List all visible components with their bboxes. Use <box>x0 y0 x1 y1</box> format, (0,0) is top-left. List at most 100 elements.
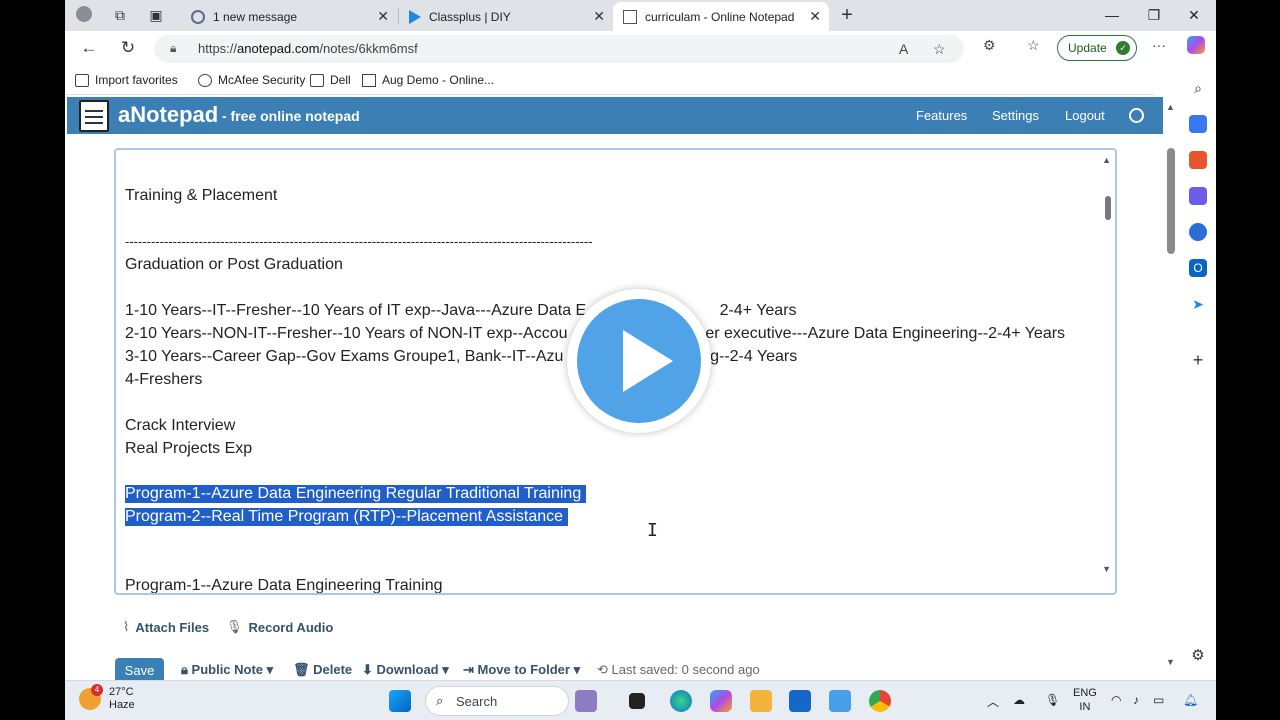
bookmark-import-favorites[interactable]: Import favorites <box>75 73 178 87</box>
notepad-icon <box>362 73 376 87</box>
attach-files-link[interactable]: ⌇ Attach Files <box>123 619 209 635</box>
editor-scrollbar-thumb[interactable] <box>1105 196 1111 220</box>
edge-icon[interactable] <box>670 690 692 712</box>
sidebar-settings-icon[interactable]: ⚙ <box>1189 647 1207 665</box>
download-dropdown[interactable]: ⬇ Download ▾ <box>362 662 449 678</box>
search-icon[interactable]: ⌕ <box>1189 79 1207 97</box>
add-sidebar-icon[interactable]: + <box>1189 351 1207 369</box>
nav-logout[interactable]: Logout <box>1065 108 1105 123</box>
tab-messages[interactable]: 1 new message ✕ <box>181 2 397 31</box>
page-scrollbar-thumb[interactable] <box>1167 148 1175 254</box>
tab-title: 1 new message <box>213 9 298 24</box>
language-globe-icon[interactable] <box>1129 108 1144 123</box>
restore-icon[interactable]: ❐ <box>1139 4 1169 26</box>
language-indicator[interactable]: ENG IN <box>1073 686 1097 714</box>
microsoft365-icon[interactable] <box>1189 223 1207 241</box>
page-scroll-up-icon[interactable]: ▲ <box>1166 102 1175 112</box>
url-text[interactable]: https://anotepad.com/notes/6kkm6msf <box>198 41 418 56</box>
tab-curriculam[interactable]: curriculam - Online Notepad ✕ <box>613 2 829 31</box>
battery-icon[interactable]: ▭ <box>1153 693 1164 707</box>
editor-scroll-down-icon[interactable]: ▼ <box>1102 564 1111 574</box>
page-scrollbar[interactable]: ▲ ▼ <box>1163 96 1180 680</box>
favorite-star-icon[interactable]: ☆ <box>933 41 946 58</box>
move-to-folder-dropdown[interactable]: ⇥ Move to Folder ▾ <box>463 662 580 678</box>
taskbar-search[interactable]: ⌕ Search <box>425 686 569 716</box>
tab-title: Classplus | DIY <box>429 9 511 24</box>
extensions-icon[interactable]: ⚙ <box>983 37 996 54</box>
notepad-favicon-icon <box>623 9 637 24</box>
video-play-button[interactable] <box>567 289 711 433</box>
note-line: Training & Placement <box>125 187 278 204</box>
tools-icon[interactable] <box>1189 151 1207 169</box>
profile-icon[interactable] <box>75 6 93 24</box>
screen: ⧉ ▣ 1 new message ✕ Classplus | DIY ✕ cu… <box>65 0 1216 720</box>
read-aloud-icon[interactable]: A <box>899 41 908 57</box>
play-icon <box>623 330 673 392</box>
bookmark-dell[interactable]: Dell <box>310 73 351 87</box>
nav-features[interactable]: Features <box>916 108 967 123</box>
back-icon[interactable]: ← <box>77 37 101 59</box>
tray-chevron-icon[interactable]: ︿ <box>987 693 999 710</box>
notepad-logo-icon[interactable] <box>79 100 109 132</box>
file-explorer-icon[interactable] <box>750 690 772 712</box>
microphone-tray-icon[interactable]: 🎙︎ <box>1045 693 1060 707</box>
new-tab-icon[interactable]: + <box>838 5 856 25</box>
games-icon[interactable] <box>1189 187 1207 205</box>
close-tab-icon[interactable]: ✕ <box>377 8 389 25</box>
search-icon: ⌕ <box>436 693 444 708</box>
wifi-icon[interactable]: ◠ <box>1111 693 1121 707</box>
close-window-icon[interactable]: ✕ <box>1179 4 1209 26</box>
site-brand[interactable]: aNotepad <box>118 102 218 128</box>
tab-title: curriculam - Online Notepad <box>645 9 795 24</box>
refresh-icon[interactable]: ↻ <box>116 37 140 59</box>
note-line: Program-1--Azure Data Engineering Traini… <box>125 577 443 594</box>
edge-sidebar: ⌕ O ➤ + ⚙ <box>1180 65 1216 680</box>
save-button[interactable]: Save <box>115 658 164 680</box>
widgets-icon[interactable] <box>575 690 597 712</box>
favorites-icon[interactable]: ☆ <box>1027 37 1040 54</box>
task-view-icon[interactable] <box>629 693 645 709</box>
record-audio-link[interactable]: 🎙︎ Record Audio <box>226 619 333 635</box>
bookmark-aug-demo[interactable]: Aug Demo - Online... <box>362 73 494 87</box>
more-menu-icon[interactable]: ··· <box>1152 37 1166 53</box>
selected-note-line: Program-2--Real Time Program (RTP)--Plac… <box>125 508 568 526</box>
page-scroll-down-icon[interactable]: ▼ <box>1166 657 1175 667</box>
notifications-bell-icon[interactable]: 🔔︎ <box>1183 693 1198 707</box>
update-check-icon: ✓ <box>1116 41 1130 55</box>
address-bar[interactable]: 🔒︎ https://anotepad.com/notes/6kkm6msf A… <box>154 35 964 63</box>
public-note-dropdown[interactable]: 🔒︎ Public Note ▾ <box>181 662 273 678</box>
windows-start-icon[interactable] <box>389 690 411 712</box>
copilot-icon[interactable] <box>1187 36 1205 54</box>
send-icon[interactable]: ➤ <box>1189 295 1207 313</box>
nav-settings[interactable]: Settings <box>992 108 1039 123</box>
chrome-icon[interactable] <box>869 690 891 712</box>
notepad-taskbar-icon[interactable] <box>829 690 851 712</box>
temperature: 27°C <box>109 686 134 698</box>
delete-button[interactable]: 🗑︎ Delete <box>293 662 352 678</box>
folder-icon <box>310 73 324 87</box>
copilot-taskbar-icon[interactable] <box>710 690 732 712</box>
note-toolbar: Save 🔒︎ Public Note ▾ 🗑︎ Delete ⬇ Downlo… <box>65 656 1163 680</box>
tab-actions-icon[interactable]: ▣ <box>147 6 165 24</box>
note-line: 4-Freshers <box>125 371 203 388</box>
tab-classplus[interactable]: Classplus | DIY ✕ <box>399 2 613 31</box>
store-icon[interactable] <box>789 690 811 712</box>
close-tab-icon[interactable]: ✕ <box>593 8 605 25</box>
onedrive-icon[interactable]: ☁ <box>1013 693 1025 707</box>
globe-favicon-icon <box>191 9 205 24</box>
workspaces-icon[interactable]: ⧉ <box>111 6 129 24</box>
outlook-icon[interactable]: O <box>1189 259 1207 277</box>
editor-scroll-up-icon[interactable]: ▲ <box>1102 155 1111 165</box>
selected-note-line: Program-1--Azure Data Engineering Regula… <box>125 485 586 503</box>
bookmark-mcafee[interactable]: McAfee Security <box>198 73 305 87</box>
close-tab-icon[interactable]: ✕ <box>809 8 821 25</box>
browser-tab-bar: ⧉ ▣ 1 new message ✕ Classplus | DIY ✕ cu… <box>65 0 1216 31</box>
minimize-icon[interactable]: — <box>1097 4 1127 26</box>
import-icon <box>75 73 89 87</box>
volume-icon[interactable]: ♪ <box>1133 693 1139 707</box>
play-circle <box>577 299 701 423</box>
note-line: Real Projects Exp <box>125 440 253 457</box>
update-button[interactable]: Update ✓ <box>1057 35 1137 61</box>
weather-widget[interactable]: 4 27°C Haze <box>79 684 135 712</box>
shopping-tag-icon[interactable] <box>1189 115 1207 133</box>
